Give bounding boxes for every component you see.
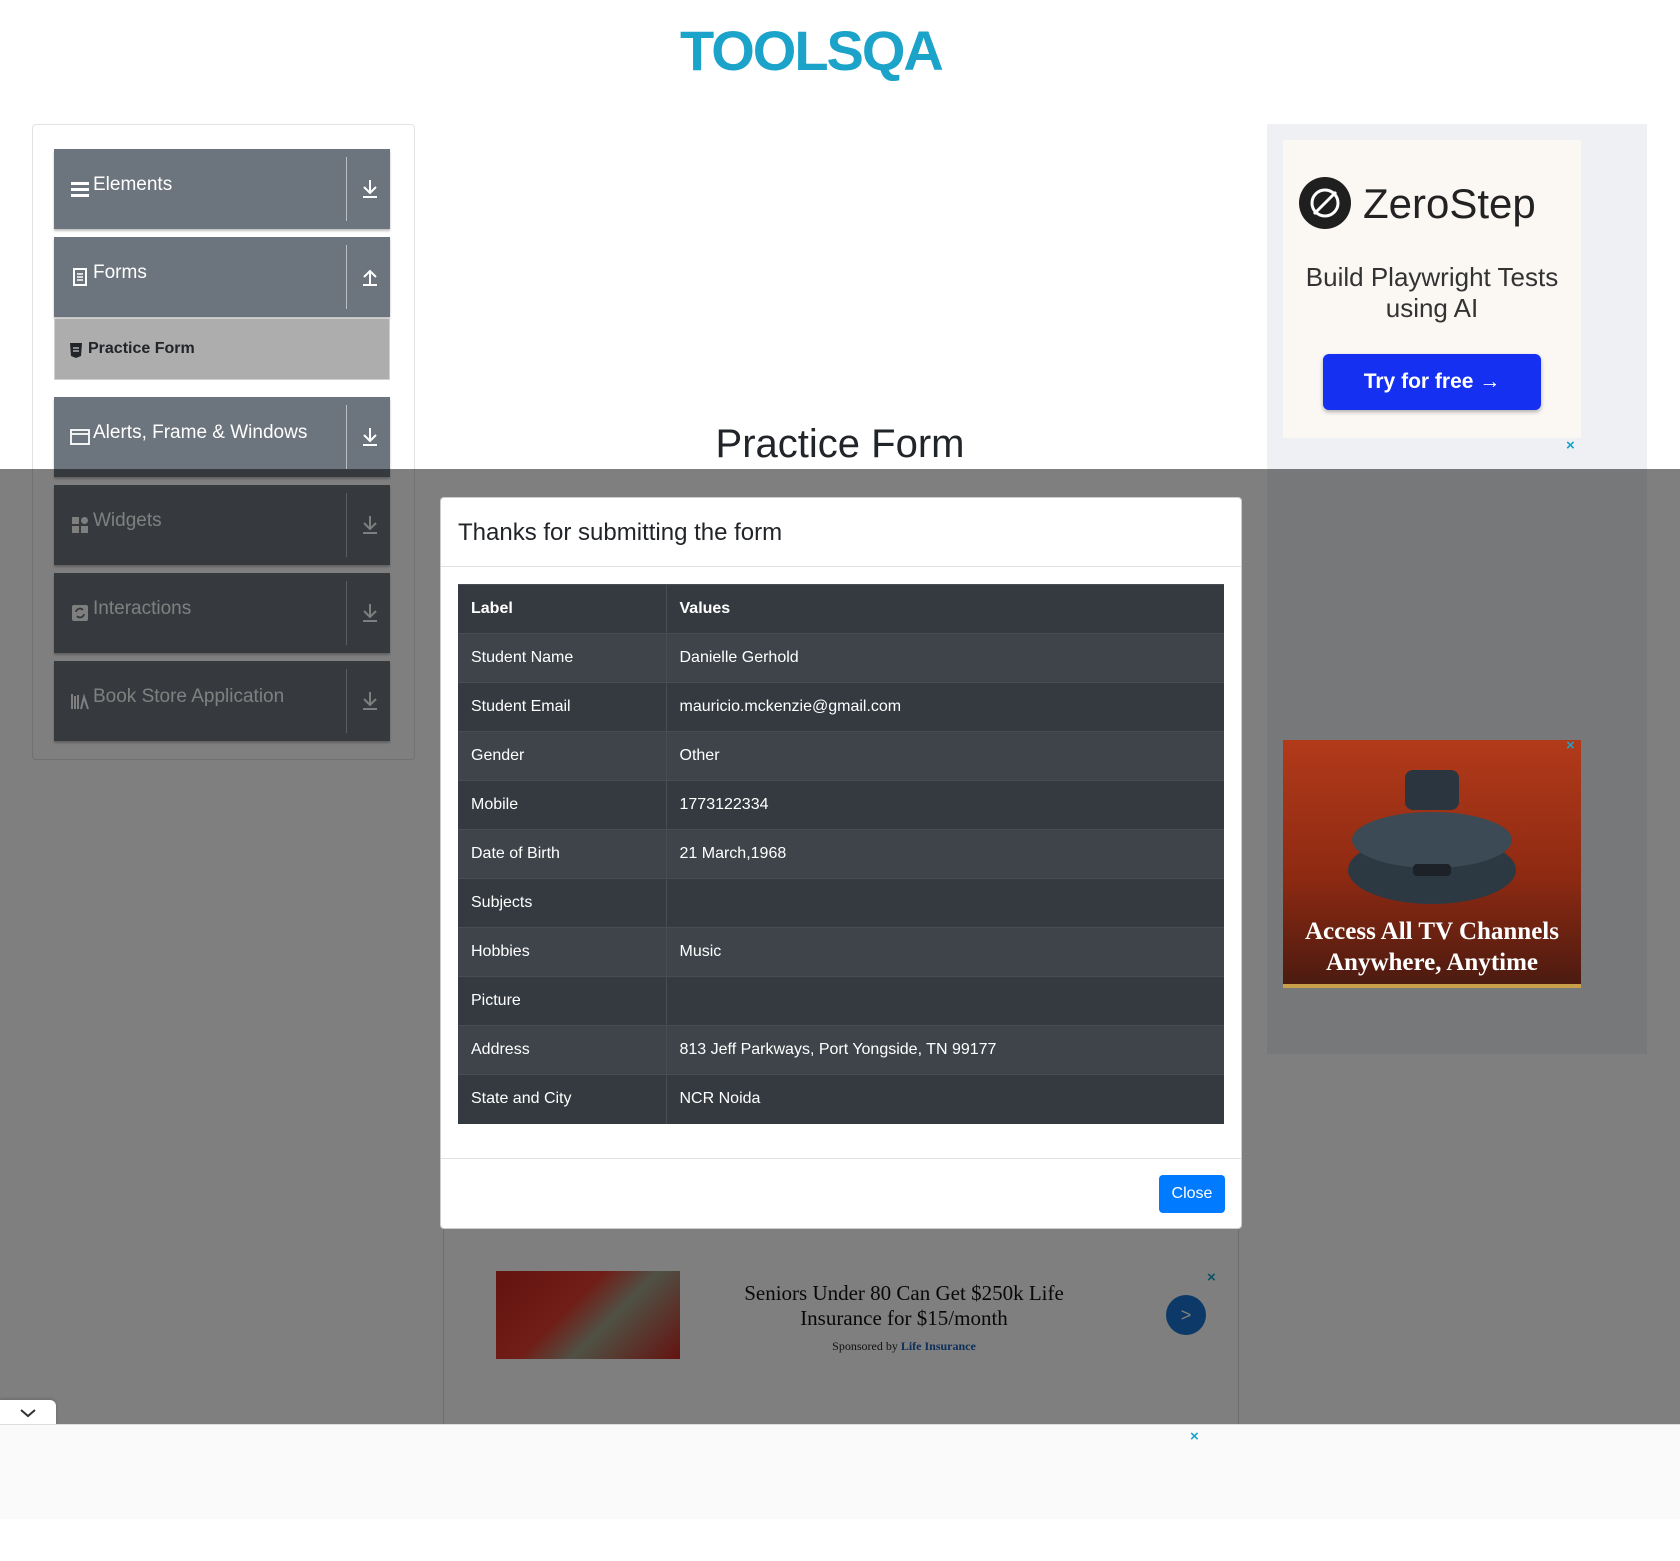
label-cell: Gender	[458, 731, 667, 781]
table-row: Student Name Danielle Gerhold	[458, 633, 1224, 683]
collapse-footer-tab[interactable]	[0, 1400, 56, 1426]
list-icon	[71, 182, 89, 197]
label-cell: Student Name	[458, 633, 667, 683]
value-cell: mauricio.mckenzie@gmail.com	[666, 682, 1224, 732]
column-header: Values	[666, 584, 1224, 634]
close-button[interactable]: Close	[1159, 1175, 1225, 1213]
form-icon	[70, 343, 82, 358]
value-cell: Music	[666, 927, 1224, 977]
value-cell: NCR Noida	[666, 1074, 1224, 1124]
footer-ad-strip	[0, 1424, 1680, 1519]
divider	[346, 157, 347, 221]
table-row: Mobile 1773122334	[458, 780, 1224, 830]
zerostep-brand: ZeroStep	[1363, 180, 1536, 227]
results-table: Label Values Student Name Danielle Gerhol…	[458, 584, 1224, 1124]
ad-close-icon[interactable]: ×	[1190, 1428, 1199, 1445]
sidebar-group-alerts[interactable]: Alerts, Frame & Windows	[54, 397, 390, 477]
toolsqa-logo[interactable]: TOOLSQA	[680, 14, 1010, 90]
page-title: Practice Form	[715, 422, 965, 466]
table-row: Address 813 Jeff Parkways, Port Yongside,…	[458, 1025, 1224, 1075]
table-row: Date of Birth 21 March,1968	[458, 829, 1224, 879]
value-cell: Danielle Gerhold	[666, 633, 1224, 683]
sidebar-group-label: Forms	[93, 262, 147, 283]
try-for-free-button[interactable]: Try for free →	[1323, 354, 1541, 410]
value-cell: Other	[666, 731, 1224, 781]
ad-close-icon[interactable]: ×	[1566, 737, 1575, 754]
tv-ad-headline: Access All TV Channels Anywhere, Anytime	[1305, 918, 1559, 976]
tv-ad-bar	[1283, 984, 1581, 988]
label-cell: Picture	[458, 976, 667, 1026]
zerostep-ad[interactable]: ZeroStep Build Playwright Tests using AI…	[1283, 140, 1581, 438]
logo-text: TOOLSQA	[680, 19, 942, 82]
label-cell: Hobbies	[458, 927, 667, 977]
value-cell	[666, 976, 1224, 1026]
sidebar-group-label: Elements	[93, 174, 173, 195]
expand-icon[interactable]	[357, 176, 383, 202]
table-row: Student Email mauricio.mckenzie@gmail.com	[458, 682, 1224, 732]
sidebar-item-practice-form[interactable]: Practice Form	[54, 318, 390, 380]
sidebar-group-label: Alerts, Frame & Windows	[93, 422, 308, 443]
label-cell: Date of Birth	[458, 829, 667, 879]
table-header-row: Label Values	[458, 584, 1224, 634]
sidebar-group-elements[interactable]: Elements	[54, 149, 390, 229]
value-cell: 1773122334	[666, 780, 1224, 830]
sidebar-item-label: Practice Form	[88, 340, 195, 357]
label-cell: Subjects	[458, 878, 667, 928]
value-cell	[666, 878, 1224, 928]
divider	[346, 245, 347, 309]
label-cell: State and City	[458, 1074, 667, 1124]
tv-device-icon	[1348, 770, 1516, 904]
table-row: Subjects	[458, 878, 1224, 928]
expand-icon[interactable]	[357, 424, 383, 450]
window-icon	[70, 429, 90, 445]
zerostep-logo-icon	[1299, 177, 1351, 229]
ad-close-icon[interactable]: ×	[1566, 437, 1575, 454]
table-row: State and City NCR Noida	[458, 1074, 1224, 1124]
table-row: Hobbies Music	[458, 927, 1224, 977]
document-icon	[73, 268, 87, 286]
tv-ad[interactable]: Access All TV Channels Anywhere, Anytime	[1283, 740, 1581, 988]
submission-modal: Thanks for submitting the form Label Val…	[440, 497, 1242, 1229]
table-row: Picture	[458, 976, 1224, 1026]
column-header: Label	[458, 584, 667, 634]
modal-footer: Close	[441, 1158, 1241, 1229]
chevron-down-icon	[20, 1409, 36, 1418]
zerostep-tagline: Build Playwright Tests using AI	[1305, 262, 1559, 323]
label-cell: Mobile	[458, 780, 667, 830]
table-row: Gender Other	[458, 731, 1224, 781]
sidebar-group-forms[interactable]: Forms	[54, 237, 390, 317]
collapse-icon[interactable]	[357, 264, 383, 290]
label-cell: Address	[458, 1025, 667, 1075]
label-cell: Student Email	[458, 682, 667, 732]
value-cell: 21 March,1968	[666, 829, 1224, 879]
value-cell: 813 Jeff Parkways, Port Yongside, TN 991…	[666, 1025, 1224, 1075]
divider	[346, 405, 347, 469]
modal-title: Thanks for submitting the form	[458, 519, 783, 546]
modal-header: Thanks for submitting the form	[441, 498, 1241, 567]
